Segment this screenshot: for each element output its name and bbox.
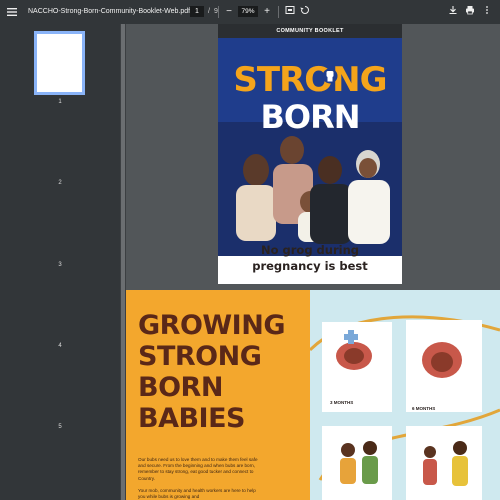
cover-title-strong: STRONG	[233, 60, 387, 100]
hamburger-menu-icon[interactable]	[0, 0, 24, 24]
thumbnail-label: 1	[58, 99, 62, 105]
thumbnail-label: 2	[58, 180, 62, 186]
page-number-input[interactable]: 1	[190, 6, 204, 17]
cover-slogan: No grog during pregnancy is best	[218, 242, 402, 274]
thumbnail-label: 4	[58, 343, 62, 349]
thumbnail-label: 3	[58, 262, 62, 268]
left-panel: GROWING STRONG BORN BABIES Our bubs need…	[126, 290, 310, 500]
page-navigator: 1 / 9	[190, 6, 218, 17]
slogan-line: No grog during	[260, 243, 360, 257]
pregnancy-illustrations	[310, 315, 500, 500]
body-paragraph: Your mob, community and health workers a…	[138, 488, 256, 500]
page-header: COMMUNITY BOOKLET	[218, 24, 402, 38]
milestone-label: 3 MONTHS	[330, 400, 354, 405]
heading-line: STRONG	[138, 341, 262, 372]
pdf-page-2: GROWING STRONG BORN BABIES Our bubs need…	[126, 290, 500, 500]
thumbnail-label: 5	[58, 424, 62, 430]
rotate-icon[interactable]	[298, 5, 312, 19]
toolbar-divider	[218, 6, 219, 18]
raised-fist-icon	[322, 68, 338, 84]
heading-line: BABIES	[138, 403, 246, 434]
slogan-line: pregnancy is best	[252, 259, 368, 273]
thumbnail-sidebar: 1 2 3 4 5	[0, 24, 120, 500]
body-paragraph: Our bubs need us to love them and to mak…	[138, 457, 258, 481]
zoom-level-input[interactable]: 79%	[238, 6, 258, 17]
zoom-out-button[interactable]: −	[224, 5, 234, 19]
milestone-label: 6 MONTHS	[412, 406, 436, 411]
print-icon[interactable]	[463, 5, 477, 19]
fit-page-icon[interactable]	[283, 5, 297, 19]
zoom-in-button[interactable]: +	[262, 5, 272, 19]
scrollbar-thumb[interactable]	[121, 24, 125, 500]
cover-panel: STRONG BORN	[218, 38, 402, 256]
heading-line: BORN	[138, 372, 223, 403]
right-panel: 3 MONTHS 6 MONTHS	[310, 290, 500, 500]
heading-line: GROWING	[138, 310, 286, 341]
page-thumbnail[interactable]	[34, 31, 85, 95]
download-icon[interactable]	[446, 5, 460, 19]
document-title: NACCHO-Strong-Born-Community-Booklet-Web…	[28, 8, 191, 15]
pdf-page-1: COMMUNITY BOOKLET STRONG BORN No grog du…	[218, 24, 402, 284]
page-heading: GROWING STRONG BORN BABIES	[138, 310, 308, 434]
pdf-toolbar: NACCHO-Strong-Born-Community-Booklet-Web…	[0, 0, 500, 24]
page-separator: /	[208, 8, 210, 15]
more-vert-icon[interactable]	[480, 5, 494, 19]
toolbar-divider	[278, 6, 279, 18]
cover-title-born: BORN	[260, 98, 360, 136]
